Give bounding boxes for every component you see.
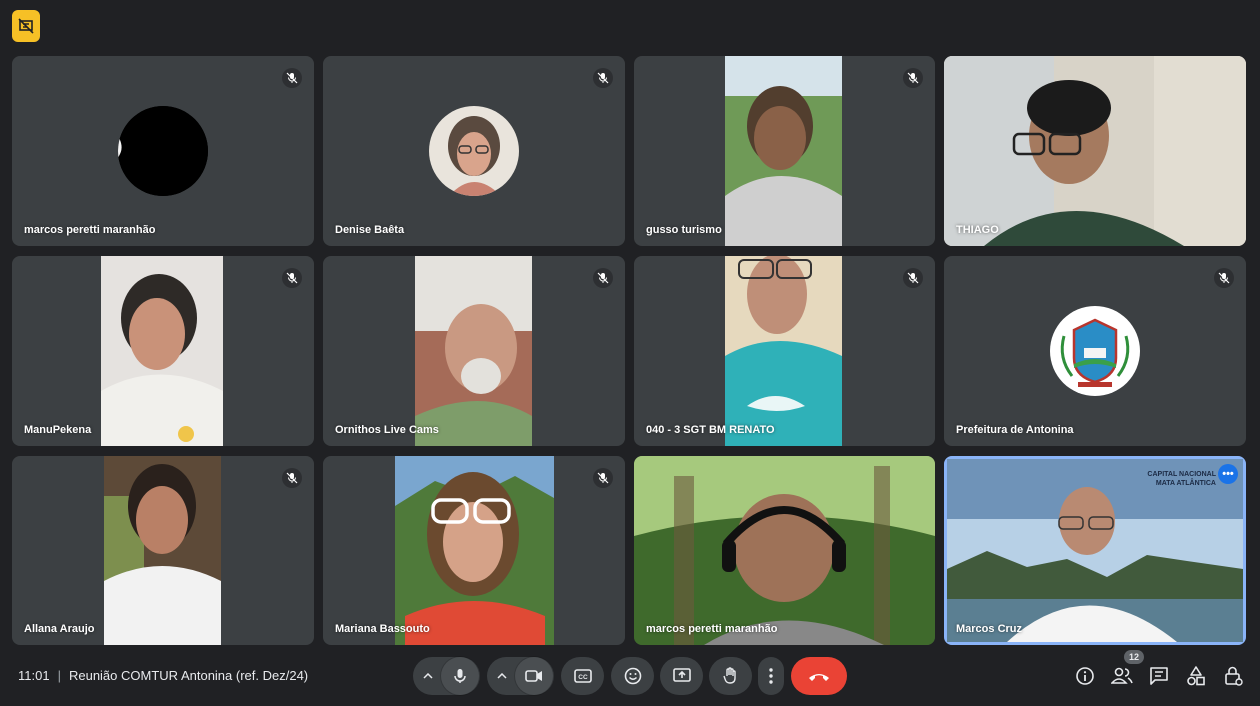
participant-tile[interactable]: marcos peretti maranhão (634, 456, 935, 645)
mic-off-icon (282, 268, 302, 288)
participant-name: Marcos Cruz (956, 623, 1023, 635)
participant-name: Allana Araujo (24, 623, 95, 635)
logo-line: MATA ATLÂNTICA (1155, 480, 1216, 487)
mic-off-icon (593, 268, 613, 288)
participant-video (725, 256, 842, 446)
participant-video (944, 56, 1246, 246)
presentation-off-icon[interactable] (12, 10, 40, 42)
participant-tile[interactable]: Prefeitura de Antonina (944, 256, 1246, 446)
activities-icon (1187, 666, 1205, 686)
participant-tile[interactable]: marcos peretti maranhão (12, 56, 314, 246)
host-controls-button[interactable] (1221, 664, 1245, 688)
info-button[interactable] (1073, 664, 1097, 688)
participant-video (104, 456, 221, 645)
people-count-badge: 12 (1124, 650, 1145, 664)
participant-tile[interactable]: THIAGO (944, 56, 1246, 246)
participant-name: THIAGO (956, 224, 999, 236)
avatar (118, 106, 208, 196)
participant-name: Ornithos Live Cams (335, 424, 439, 436)
participant-video (101, 256, 223, 446)
participant-name: ManuPekena (24, 424, 92, 436)
activities-button[interactable] (1184, 664, 1208, 688)
mic-off-icon (282, 68, 302, 88)
chat-button[interactable] (1147, 664, 1171, 688)
camera-icon (524, 670, 542, 682)
end-call-button[interactable] (791, 657, 847, 695)
mic-options-button[interactable] (415, 673, 441, 679)
participant-name: Mariana Bassouto (335, 623, 430, 635)
more-options-button[interactable] (758, 657, 784, 695)
participant-tile[interactable]: Denise Baêta (323, 56, 625, 246)
participant-grid: marcos peretti maranhão Denise Baêta gus… (12, 56, 1246, 645)
raise-hand-icon (722, 667, 736, 684)
participant-name: Denise Baêta (335, 224, 405, 236)
present-button[interactable] (660, 657, 703, 695)
camera-options-button[interactable] (489, 673, 515, 679)
mic-off-icon (903, 68, 923, 88)
more-options-icon[interactable]: ••• (1218, 464, 1238, 484)
present-icon (672, 668, 691, 682)
participant-video (395, 456, 554, 645)
logo-line: CAPITAL NACIONAL (1147, 471, 1216, 478)
participant-tile[interactable]: ManuPekena (12, 256, 314, 446)
participant-name: Prefeitura de Antonina (956, 424, 1074, 436)
participant-video (634, 456, 935, 645)
mic-icon (453, 669, 466, 683)
info-icon (1076, 667, 1094, 685)
camera-control (487, 657, 554, 695)
participant-tile[interactable]: Allana Araujo (12, 456, 314, 645)
mic-off-icon (1214, 268, 1234, 288)
participant-tile-active-speaker[interactable]: CAPITAL NACIONAL MATA ATLÂNTICA ••• Marc… (944, 456, 1246, 645)
participant-tile[interactable]: gusso turismo (634, 56, 935, 246)
mic-off-icon (593, 468, 613, 488)
avatar (429, 106, 519, 196)
participant-tile[interactable]: Ornithos Live Cams (323, 256, 625, 446)
meeting-title: Reunião COMTUR Antonina (ref. Dez/24) (68, 668, 309, 683)
chat-icon (1150, 667, 1168, 685)
participant-tile[interactable]: Mariana Bassouto (323, 456, 625, 645)
participant-tile[interactable]: 040 - 3 SGT BM RENATO (634, 256, 935, 446)
svg-text:CC: CC (578, 674, 588, 681)
separator: | (57, 668, 61, 683)
participant-name: gusso turismo (646, 224, 722, 236)
participant-video (725, 56, 842, 246)
captions-button[interactable]: CC (561, 657, 604, 695)
emoji-icon (624, 667, 641, 685)
host-controls-icon (1225, 666, 1243, 686)
more-vert-icon (769, 668, 773, 684)
mic-button[interactable] (440, 657, 479, 695)
people-button[interactable] (1110, 664, 1134, 688)
participant-video (415, 256, 532, 446)
camera-button[interactable] (514, 657, 553, 695)
mic-control (413, 657, 480, 695)
avatar (1050, 306, 1140, 396)
participant-name: marcos peretti maranhão (24, 224, 156, 236)
mic-off-icon (903, 268, 923, 288)
raise-hand-button[interactable] (709, 657, 752, 695)
meeting-time: 11:01 (18, 668, 50, 683)
emoji-button[interactable] (611, 657, 654, 695)
people-icon (1111, 667, 1133, 684)
meeting-info: 11:01 | Reunião COMTUR Antonina (ref. Dez/… (18, 668, 308, 683)
participant-name: marcos peretti maranhão (646, 623, 778, 635)
background-logo-text: CAPITAL NACIONAL MATA ATLÂNTICA (1147, 470, 1216, 488)
end-call-icon (809, 674, 829, 681)
mic-off-icon (282, 468, 302, 488)
mic-off-icon (593, 68, 613, 88)
participant-name: 040 - 3 SGT BM RENATO (646, 424, 775, 436)
control-bar: 11:01 | Reunião COMTUR Antonina (ref. Dez/… (0, 646, 1260, 706)
captions-icon: CC (573, 669, 592, 683)
